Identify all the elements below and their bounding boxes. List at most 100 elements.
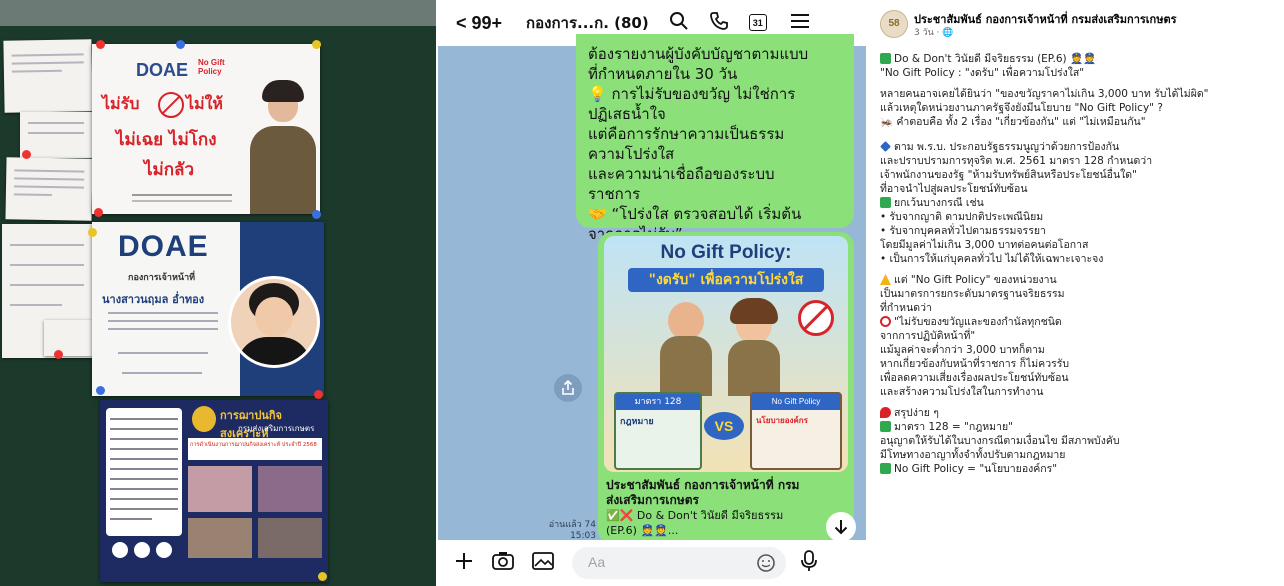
post-line: มีโทษทางอาญาทั้งจำทั้งปรับตามกฎหมาย (880, 448, 1065, 462)
arrow-down-icon (834, 520, 848, 535)
post-line-text: • รับจากบุคคลทั่วไปตามธรรมจรรยา (880, 225, 1046, 237)
post-line: เพื่อลดความเสี่ยงเรื่องผลประโยชน์ทับซ้อน (880, 371, 1069, 385)
phone-icon[interactable] (709, 11, 729, 35)
welfare-subtitle: กรมส่งเสริมการเกษตร (238, 424, 315, 433)
camera-icon[interactable] (492, 551, 514, 575)
post-line-text: หลายคนอาจเคยได้ยินว่า "ของขวัญราคาไม่เกิ… (880, 88, 1209, 100)
post-line-text: สรุปง่าย ๆ (894, 407, 939, 419)
poster-line-no-ignore: ไม่เฉย ไม่โกง (116, 130, 217, 150)
agency-logo-icon (156, 542, 172, 558)
post-line-text: แต่ "No Gift Policy" ของหน่วยงาน (894, 274, 1057, 286)
staff-name-poster: DOAE กองการเจ้าหน้าที่ นางสาวนฤมล อ่ำทอง (92, 222, 324, 396)
photo-tile (258, 466, 322, 512)
staff-photo (228, 276, 320, 368)
post-line-text: หากเกี่ยวข้องกับหน้าที่ราชการ ก็ไม่ควรรั… (880, 358, 1070, 370)
message-bubble[interactable]: ต้องรายงานผู้บังคับบัญชาตามแบบ ที่กำหนดภ… (576, 34, 854, 243)
policy-sign-title: No Gift Policy (752, 394, 840, 410)
post-line-text: เพื่อลดความเสี่ยงเรื่องผลประโยชน์ทับซ้อน (880, 372, 1069, 384)
doae-logo: DOAE (136, 60, 189, 80)
no-gift-icon (158, 92, 184, 118)
post-line-text: เป็นมาตรการยกระดับมาตรฐานจริยธรรม (880, 288, 1065, 300)
share-icon[interactable] (554, 374, 582, 402)
post-line: มาตรา 128 = "กฎหมาย" (880, 420, 1013, 434)
post-line: แม้มูลค่าจะต่ำกว่า 3,000 บาทก็ตาม (880, 343, 1045, 357)
post-line-text: No Gift Policy = "นโยบายองค์กร" (894, 463, 1058, 475)
push-pin (94, 208, 103, 217)
memo-paper (20, 112, 92, 158)
post-line: ยกเว้นบางกรณี เช่น (880, 196, 984, 210)
line-chat-screen: < 99+ กองการ...ก. (80) 31 ต้องรายงานผู้บ… (438, 0, 866, 586)
plus-icon[interactable] (454, 551, 474, 575)
image-icon[interactable] (532, 551, 554, 575)
check-icon (880, 197, 891, 208)
award-medal-icon (192, 406, 216, 432)
read-count: อ่านแล้ว 74 (548, 520, 596, 530)
org-name: กองการเจ้าหน้าที่ (128, 273, 196, 283)
chat-input-bar: Aa (438, 540, 866, 586)
emoji-icon[interactable] (756, 553, 776, 577)
post-line: ตาม พ.ร.บ. ประกอบรัฐธรรมนูญว่าด้วยการป้อ… (880, 140, 1119, 154)
post-line: จากการปฏิบัติหน้าที่" (880, 329, 975, 343)
push-pin (22, 150, 31, 159)
post-line: • รับจากญาติ ตามปกติประเพณีนิยม (880, 210, 1043, 224)
calendar-day: 31 (752, 18, 763, 28)
post-line-text: ยกเว้นบางกรณี เช่น (894, 197, 984, 209)
no-gift-sign-icon (798, 300, 834, 336)
post-line: อนุญาตให้รับได้ในบางกรณีตามเงื่อนไข มีสภ… (880, 434, 1120, 448)
vs-badge: VS (704, 412, 744, 440)
post-line: หลายคนอาจเคยได้ยินว่า "ของขวัญราคาไม่เกิ… (880, 87, 1209, 101)
push-pin (96, 40, 105, 49)
memo-paper (44, 320, 92, 356)
post-meta[interactable]: 3 วัน · 🌐 (914, 25, 954, 39)
female-officer-hair (730, 298, 778, 324)
policy-sign-sub: นโยบายองค์กร (756, 416, 808, 425)
scroll-down-button[interactable] (826, 512, 856, 542)
message-line: ความโปร่งใส (588, 145, 675, 163)
message-line: แต่คือการรักษาความเป็นธรรม (588, 125, 785, 143)
post-line: • เป็นการให้แก่บุคคลทั่วไป ไม่ได้ให้เฉพา… (880, 252, 1103, 266)
agency-logo-icon (134, 542, 150, 558)
female-officer-uniform (728, 340, 780, 396)
push-pin (54, 350, 63, 359)
post-line: "No Gift Policy : "งดรับ" เพื่อความโปร่ง… (880, 66, 1084, 80)
calendar-icon[interactable]: 31 (748, 13, 769, 33)
post-line-text: และสร้างความโปร่งใสในการทำงาน (880, 386, 1044, 398)
poster-line-no-give: ไม่ให้ (186, 94, 223, 113)
search-icon[interactable] (669, 11, 689, 35)
post-line-text: 🦗 คำตอบคือ ทั้ง 2 เรื่อง "เกี่ยวข้องกัน"… (880, 116, 1146, 128)
law-sign: มาตรา 128 กฎหมาย (614, 392, 702, 470)
facebook-post: 58 ประชาสัมพันธ์ กองการเจ้าหน้าที่ กรมส่… (868, 0, 1284, 586)
caption-line: ✅❌ Do & Don't วินัยดี มีจริยธรรม (606, 509, 784, 522)
post-line-text: • รับจากญาติ ตามปกติประเพณีนิยม (880, 211, 1044, 223)
post-line: ที่อาจนำไปสู่ผลประโยชน์ทับซ้อน (880, 182, 1028, 196)
memo-paper (5, 157, 93, 221)
photo-tile (188, 466, 252, 512)
post-line-text: แล้วเหตุใดหน่วยงานภาครัฐจึงยังมีนโยบาย "… (880, 102, 1163, 114)
policy-image[interactable]: No Gift Policy: "งดรับ" เพื่อความโปร่งใส… (604, 236, 848, 472)
poster-line-no-receive: ไม่รับ (102, 94, 140, 113)
message-line: ต้องรายงานผู้บังคับบัญชาตามแบบ (588, 45, 809, 63)
push-pin (96, 386, 105, 395)
post-line-text: "ไม่รับของขวัญและของกำนัลทุกชนิด (894, 316, 1062, 328)
diamond-icon (880, 141, 891, 152)
page-avatar[interactable]: 58 (880, 10, 908, 38)
pin-icon (880, 407, 891, 418)
image-headline: No Gift Policy: (660, 242, 792, 263)
push-pin (312, 40, 321, 49)
menu-icon[interactable] (790, 13, 809, 33)
post-line-text: มีโทษทางอาญาทั้งจำทั้งปรับตามกฎหมาย (880, 449, 1066, 461)
microphone-icon[interactable] (800, 550, 818, 576)
back-button[interactable]: < 99+ (456, 13, 502, 34)
caption-line: ประชาสัมพันธ์ กองการเจ้าหน้าที่ กรม (606, 478, 800, 492)
push-pin (176, 40, 185, 49)
award-line: การดำเนินงานการฌาปนกิจสงเคราะห์ ประจำปี … (190, 442, 317, 448)
post-line: และปราบปรามการทุจริต พ.ศ. 2561 มาตรา 128… (880, 154, 1152, 168)
male-officer-uniform (660, 336, 712, 396)
award-banner: การดำเนินงานการฌาปนกิจสงเคราะห์ ประจำปี … (188, 438, 322, 460)
post-line: เจ้าพนักงานของรัฐ "ห้ามรับทรัพย์สินหรือป… (880, 168, 1137, 182)
poster-line-not-afraid: ไม่กลัว (144, 160, 195, 180)
message-input[interactable]: Aa (572, 547, 786, 579)
post-line-text: จากการปฏิบัติหน้าที่" (880, 330, 976, 342)
post-line-text: มาตรา 128 = "กฎหมาย" (894, 421, 1013, 433)
image-message-bubble[interactable]: No Gift Policy: "งดรับ" เพื่อความโปร่งใส… (598, 232, 854, 544)
